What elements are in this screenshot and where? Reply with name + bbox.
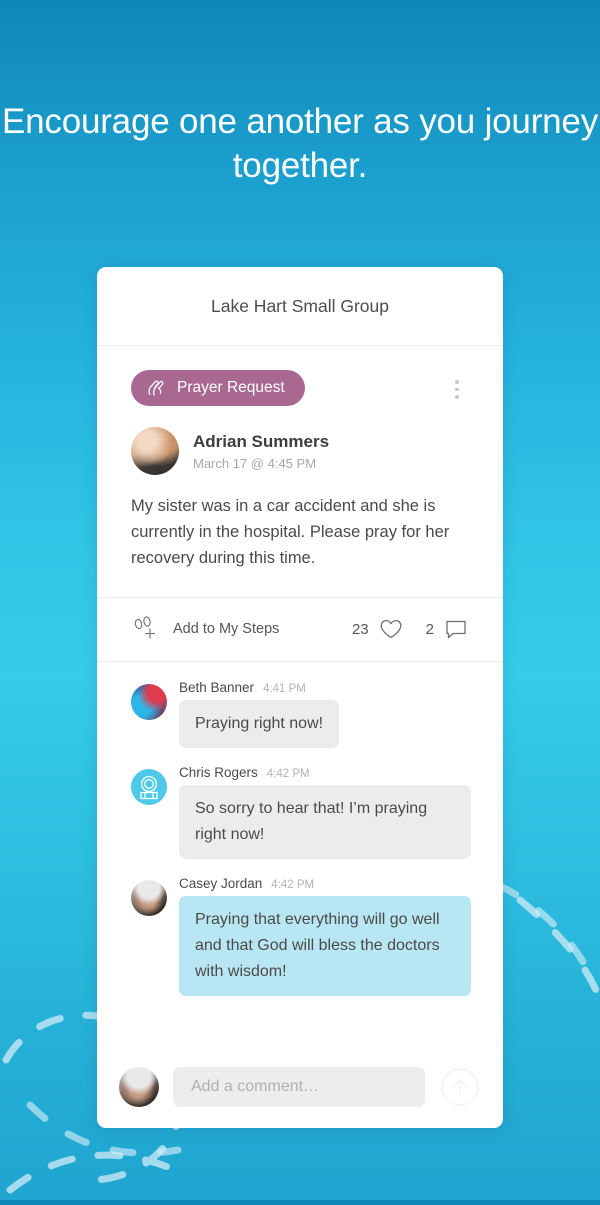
comment-time: 4:42 PM — [271, 879, 315, 891]
list-item: Beth Banner 4:41 PM Praying right now! — [131, 680, 473, 748]
comment-author: Casey Jordan — [179, 876, 263, 891]
comment-time: 4:42 PM — [266, 768, 310, 780]
comment-input[interactable]: Add a comment… — [173, 1067, 425, 1107]
post-engagement: 23 2 — [352, 617, 469, 641]
post-body: My sister was in a car accident and she … — [131, 497, 450, 567]
comment-author: Beth Banner — [179, 680, 255, 695]
comment-list: Beth Banner 4:41 PM Praying right now! C… — [97, 662, 503, 1052]
post-author: Adrian Summers March 17 @ 4:45 PM — [131, 427, 469, 475]
card-header: Lake Hart Small Group — [97, 267, 503, 346]
comment-bubble: So sorry to hear that! I’m praying right… — [179, 785, 471, 859]
list-item: Casey Jordan 4:42 PM Praying that everyt… — [131, 876, 473, 996]
post: Prayer Request Adrian Summers March 17 @… — [97, 346, 503, 571]
comment-bubble-icon[interactable] — [443, 617, 469, 641]
post-card: Lake Hart Small Group Prayer Request Adr… — [97, 267, 503, 1128]
badge-label: Prayer Request — [177, 379, 285, 396]
comment-count: 2 — [425, 620, 434, 638]
post-actions: Add to My Steps 23 2 — [97, 597, 503, 662]
heart-icon[interactable] — [378, 617, 404, 641]
kebab-menu-icon[interactable] — [445, 370, 469, 399]
comment-composer: Add a comment… — [97, 1052, 503, 1128]
add-to-my-steps-button[interactable]: Add to My Steps — [131, 614, 279, 644]
avatar — [131, 684, 167, 720]
post-timestamp: March 17 @ 4:45 PM — [193, 455, 317, 471]
post-header-row: Prayer Request — [131, 370, 469, 406]
list-item: Chris Rogers 4:42 PM So sorry to hear th… — [131, 765, 473, 859]
comment-bubble: Praying right now! — [179, 700, 340, 748]
arrow-up-circle-icon[interactable] — [439, 1066, 481, 1108]
prayer-request-badge[interactable]: Prayer Request — [131, 370, 305, 406]
group-title: Lake Hart Small Group — [211, 295, 389, 316]
avatar — [131, 769, 167, 805]
page-title: Encourage one another as you journey tog… — [1, 102, 598, 185]
footprints-add-icon — [131, 614, 161, 644]
comment-bubble: Praying that everything will go well and… — [179, 896, 471, 996]
praying-hands-icon — [146, 379, 168, 397]
avatar — [131, 880, 167, 916]
avatar — [131, 427, 179, 475]
add-to-my-steps-label: Add to My Steps — [173, 621, 280, 637]
comment-author: Chris Rogers — [179, 765, 258, 780]
avatar — [119, 1067, 159, 1107]
like-count: 23 — [351, 620, 369, 638]
author-name: Adrian Summers — [193, 432, 330, 452]
comment-time: 4:41 PM — [263, 683, 306, 695]
